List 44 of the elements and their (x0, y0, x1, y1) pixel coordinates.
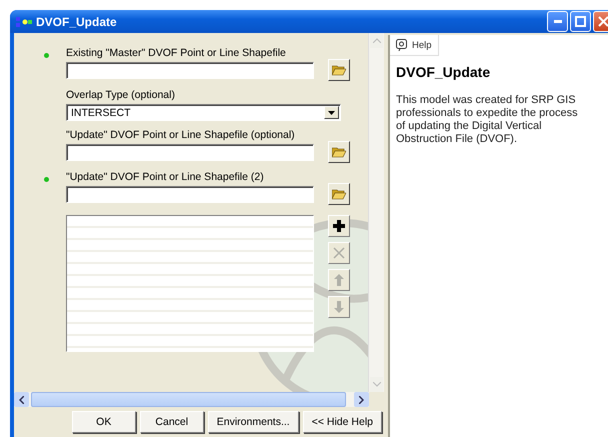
vertical-scrollbar[interactable] (368, 33, 384, 392)
minimize-button[interactable] (547, 11, 568, 32)
close-icon (598, 16, 608, 27)
folder-icon (332, 146, 346, 158)
required-dot (44, 53, 49, 58)
folder-icon (332, 64, 346, 76)
folder-icon (332, 188, 346, 200)
parameter-label: Overlap Type (optional) (66, 89, 176, 101)
input-field[interactable] (66, 62, 314, 79)
horizontal-scrollbar[interactable] (14, 392, 369, 407)
browse-button[interactable] (328, 141, 350, 163)
maximize-button[interactable] (570, 11, 591, 32)
plus-icon (333, 220, 345, 232)
caret-icon (328, 110, 335, 114)
parameter-label: Existing "Master" DVOF Point or Line Shapefile (66, 47, 287, 59)
model-icon (16, 16, 32, 26)
help-text: This model was created for SRP GIS professionals to expedite the process of updating the Digital Vertical Obstruction File (DVOF). (396, 94, 579, 146)
help-tab[interactable]: Help (390, 35, 439, 56)
chevron-up-icon (372, 38, 380, 43)
arrow-down-icon (334, 301, 344, 313)
chevron-left-icon (19, 396, 24, 404)
required-dot (44, 177, 49, 182)
input-field[interactable] (66, 186, 314, 203)
help-icon (396, 39, 407, 51)
input-field[interactable] (66, 144, 314, 161)
list-button[interactable] (328, 215, 350, 237)
minimize-icon (554, 20, 562, 23)
chevron-right-icon (359, 396, 364, 404)
parameter-label: "Update" DVOF Point or Line Shapefile (2) (66, 171, 265, 183)
dialog-button[interactable]: << Hide Help (302, 411, 382, 433)
dropdown-field[interactable]: INTERSECT (66, 104, 341, 121)
chevron-down-icon (372, 382, 380, 387)
help-title: DVOF_Update (396, 64, 492, 80)
dialog-button[interactable]: Environments... (208, 411, 299, 433)
browse-button[interactable] (328, 183, 350, 205)
close-button[interactable] (593, 11, 608, 32)
browse-button[interactable] (328, 59, 350, 81)
dialog-button[interactable]: Cancel (140, 411, 204, 433)
x-icon (333, 247, 345, 259)
arrow-up-icon (334, 274, 344, 286)
dialog-button[interactable]: OK (72, 411, 136, 433)
parameter-label: "Update" DVOF Point or Line Shapefile (optional) (66, 129, 296, 141)
maximize-icon (575, 16, 586, 27)
window-title: DVOF_Update (36, 14, 118, 28)
